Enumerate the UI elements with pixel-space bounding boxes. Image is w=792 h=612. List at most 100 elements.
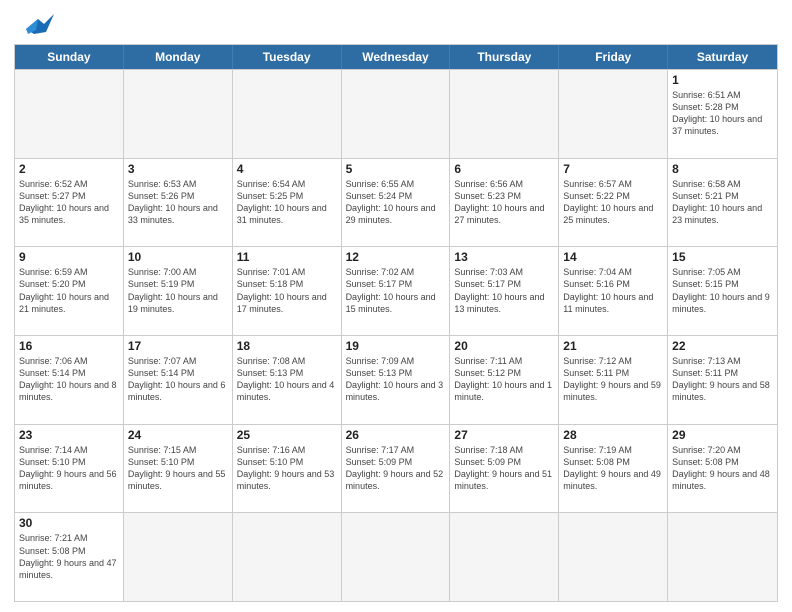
calendar-cell: 7 Sunrise: 6:57 AM Sunset: 5:22 PM Daylig… xyxy=(559,159,668,247)
day-number: 21 xyxy=(563,339,663,353)
day-number: 4 xyxy=(237,162,337,176)
weekday-header: Thursday xyxy=(450,45,559,69)
day-number: 9 xyxy=(19,250,119,264)
header xyxy=(14,10,778,36)
day-number: 11 xyxy=(237,250,337,264)
day-info: Sunrise: 6:57 AM Sunset: 5:22 PM Dayligh… xyxy=(563,178,663,227)
day-info: Sunrise: 7:14 AM Sunset: 5:10 PM Dayligh… xyxy=(19,444,119,493)
calendar-cell: 9 Sunrise: 6:59 AM Sunset: 5:20 PM Daylig… xyxy=(15,247,124,335)
calendar-cell xyxy=(342,513,451,601)
day-number: 26 xyxy=(346,428,446,442)
day-number: 29 xyxy=(672,428,773,442)
day-number: 14 xyxy=(563,250,663,264)
calendar-cell: 26 Sunrise: 7:17 AM Sunset: 5:09 PM Dayli… xyxy=(342,425,451,513)
day-number: 8 xyxy=(672,162,773,176)
calendar-week-row: 23 Sunrise: 7:14 AM Sunset: 5:10 PM Dayli… xyxy=(15,424,777,513)
day-info: Sunrise: 6:58 AM Sunset: 5:21 PM Dayligh… xyxy=(672,178,773,227)
day-info: Sunrise: 7:02 AM Sunset: 5:17 PM Dayligh… xyxy=(346,266,446,315)
calendar-week-row: 1 Sunrise: 6:51 AM Sunset: 5:28 PM Daylig… xyxy=(15,69,777,158)
day-info: Sunrise: 7:12 AM Sunset: 5:11 PM Dayligh… xyxy=(563,355,663,404)
calendar-cell xyxy=(668,513,777,601)
day-number: 19 xyxy=(346,339,446,353)
calendar-cell xyxy=(450,70,559,158)
day-info: Sunrise: 7:17 AM Sunset: 5:09 PM Dayligh… xyxy=(346,444,446,493)
calendar-cell: 16Sunrise: 7:06 AM Sunset: 5:14 PM Dayli… xyxy=(15,336,124,424)
day-info: Sunrise: 7:08 AM Sunset: 5:13 PM Dayligh… xyxy=(237,355,337,404)
calendar-cell xyxy=(233,70,342,158)
page: SundayMondayTuesdayWednesdayThursdayFrid… xyxy=(0,0,792,612)
calendar-week-row: 30 Sunrise: 7:21 AM Sunset: 5:08 PM Dayli… xyxy=(15,512,777,601)
day-number: 15 xyxy=(672,250,773,264)
day-info: Sunrise: 7:19 AM Sunset: 5:08 PM Dayligh… xyxy=(563,444,663,493)
day-info: Sunrise: 7:18 AM Sunset: 5:09 PM Dayligh… xyxy=(454,444,554,493)
calendar-cell: 15 Sunrise: 7:05 AM Sunset: 5:15 PM Dayli… xyxy=(668,247,777,335)
calendar-cell xyxy=(124,513,233,601)
day-number: 12 xyxy=(346,250,446,264)
day-number: 3 xyxy=(128,162,228,176)
calendar-cell: 3 Sunrise: 6:53 AM Sunset: 5:26 PM Daylig… xyxy=(124,159,233,247)
day-number: 23 xyxy=(19,428,119,442)
day-number: 18 xyxy=(237,339,337,353)
day-info: Sunrise: 7:07 AM Sunset: 5:14 PM Dayligh… xyxy=(128,355,228,404)
day-info: Sunrise: 7:01 AM Sunset: 5:18 PM Dayligh… xyxy=(237,266,337,315)
calendar-cell: 29 Sunrise: 7:20 AM Sunset: 5:08 PM Dayli… xyxy=(668,425,777,513)
weekday-header: Saturday xyxy=(668,45,777,69)
day-info: Sunrise: 7:05 AM Sunset: 5:15 PM Dayligh… xyxy=(672,266,773,315)
calendar-cell xyxy=(559,513,668,601)
calendar-cell: 10Sunrise: 7:00 AM Sunset: 5:19 PM Dayli… xyxy=(124,247,233,335)
calendar-cell: 27 Sunrise: 7:18 AM Sunset: 5:09 PM Dayli… xyxy=(450,425,559,513)
calendar-cell: 18 Sunrise: 7:08 AM Sunset: 5:13 PM Dayli… xyxy=(233,336,342,424)
calendar-cell: 28 Sunrise: 7:19 AM Sunset: 5:08 PM Dayli… xyxy=(559,425,668,513)
day-info: Sunrise: 6:52 AM Sunset: 5:27 PM Dayligh… xyxy=(19,178,119,227)
day-number: 20 xyxy=(454,339,554,353)
weekday-header: Friday xyxy=(559,45,668,69)
day-number: 16 xyxy=(19,339,119,353)
calendar-cell: 22Sunrise: 7:13 AM Sunset: 5:11 PM Dayli… xyxy=(668,336,777,424)
day-number: 24 xyxy=(128,428,228,442)
calendar-cell xyxy=(124,70,233,158)
calendar-week-row: 16Sunrise: 7:06 AM Sunset: 5:14 PM Dayli… xyxy=(15,335,777,424)
day-info: Sunrise: 7:09 AM Sunset: 5:13 PM Dayligh… xyxy=(346,355,446,404)
day-info: Sunrise: 7:03 AM Sunset: 5:17 PM Dayligh… xyxy=(454,266,554,315)
calendar-cell xyxy=(559,70,668,158)
calendar-cell xyxy=(15,70,124,158)
weekday-header: Wednesday xyxy=(342,45,451,69)
calendar-cell: 5Sunrise: 6:55 AM Sunset: 5:24 PM Daylig… xyxy=(342,159,451,247)
day-info: Sunrise: 6:56 AM Sunset: 5:23 PM Dayligh… xyxy=(454,178,554,227)
day-info: Sunrise: 7:00 AM Sunset: 5:19 PM Dayligh… xyxy=(128,266,228,315)
day-number: 17 xyxy=(128,339,228,353)
day-number: 28 xyxy=(563,428,663,442)
calendar-cell: 21 Sunrise: 7:12 AM Sunset: 5:11 PM Dayli… xyxy=(559,336,668,424)
day-number: 25 xyxy=(237,428,337,442)
calendar-cell: 20 Sunrise: 7:11 AM Sunset: 5:12 PM Dayli… xyxy=(450,336,559,424)
day-number: 6 xyxy=(454,162,554,176)
day-number: 27 xyxy=(454,428,554,442)
calendar-week-row: 9 Sunrise: 6:59 AM Sunset: 5:20 PM Daylig… xyxy=(15,246,777,335)
day-info: Sunrise: 7:20 AM Sunset: 5:08 PM Dayligh… xyxy=(672,444,773,493)
day-info: Sunrise: 6:53 AM Sunset: 5:26 PM Dayligh… xyxy=(128,178,228,227)
calendar: SundayMondayTuesdayWednesdayThursdayFrid… xyxy=(14,44,778,602)
calendar-body: 1 Sunrise: 6:51 AM Sunset: 5:28 PM Daylig… xyxy=(15,69,777,601)
logo-bird-icon xyxy=(16,14,54,44)
calendar-cell xyxy=(450,513,559,601)
day-info: Sunrise: 7:21 AM Sunset: 5:08 PM Dayligh… xyxy=(19,532,119,581)
day-number: 7 xyxy=(563,162,663,176)
calendar-cell: 1 Sunrise: 6:51 AM Sunset: 5:28 PM Daylig… xyxy=(668,70,777,158)
calendar-cell: 30 Sunrise: 7:21 AM Sunset: 5:08 PM Dayli… xyxy=(15,513,124,601)
day-info: Sunrise: 7:15 AM Sunset: 5:10 PM Dayligh… xyxy=(128,444,228,493)
day-info: Sunrise: 6:51 AM Sunset: 5:28 PM Dayligh… xyxy=(672,89,773,138)
calendar-cell: 23 Sunrise: 7:14 AM Sunset: 5:10 PM Dayli… xyxy=(15,425,124,513)
calendar-week-row: 2Sunrise: 6:52 AM Sunset: 5:27 PM Daylig… xyxy=(15,158,777,247)
day-info: Sunrise: 7:11 AM Sunset: 5:12 PM Dayligh… xyxy=(454,355,554,404)
day-number: 22 xyxy=(672,339,773,353)
weekday-header: Tuesday xyxy=(233,45,342,69)
day-number: 30 xyxy=(19,516,119,530)
day-number: 1 xyxy=(672,73,773,87)
calendar-cell: 19 Sunrise: 7:09 AM Sunset: 5:13 PM Dayli… xyxy=(342,336,451,424)
logo xyxy=(14,14,54,36)
day-info: Sunrise: 7:16 AM Sunset: 5:10 PM Dayligh… xyxy=(237,444,337,493)
day-info: Sunrise: 6:59 AM Sunset: 5:20 PM Dayligh… xyxy=(19,266,119,315)
calendar-cell xyxy=(233,513,342,601)
calendar-cell: 24 Sunrise: 7:15 AM Sunset: 5:10 PM Dayli… xyxy=(124,425,233,513)
day-info: Sunrise: 6:54 AM Sunset: 5:25 PM Dayligh… xyxy=(237,178,337,227)
